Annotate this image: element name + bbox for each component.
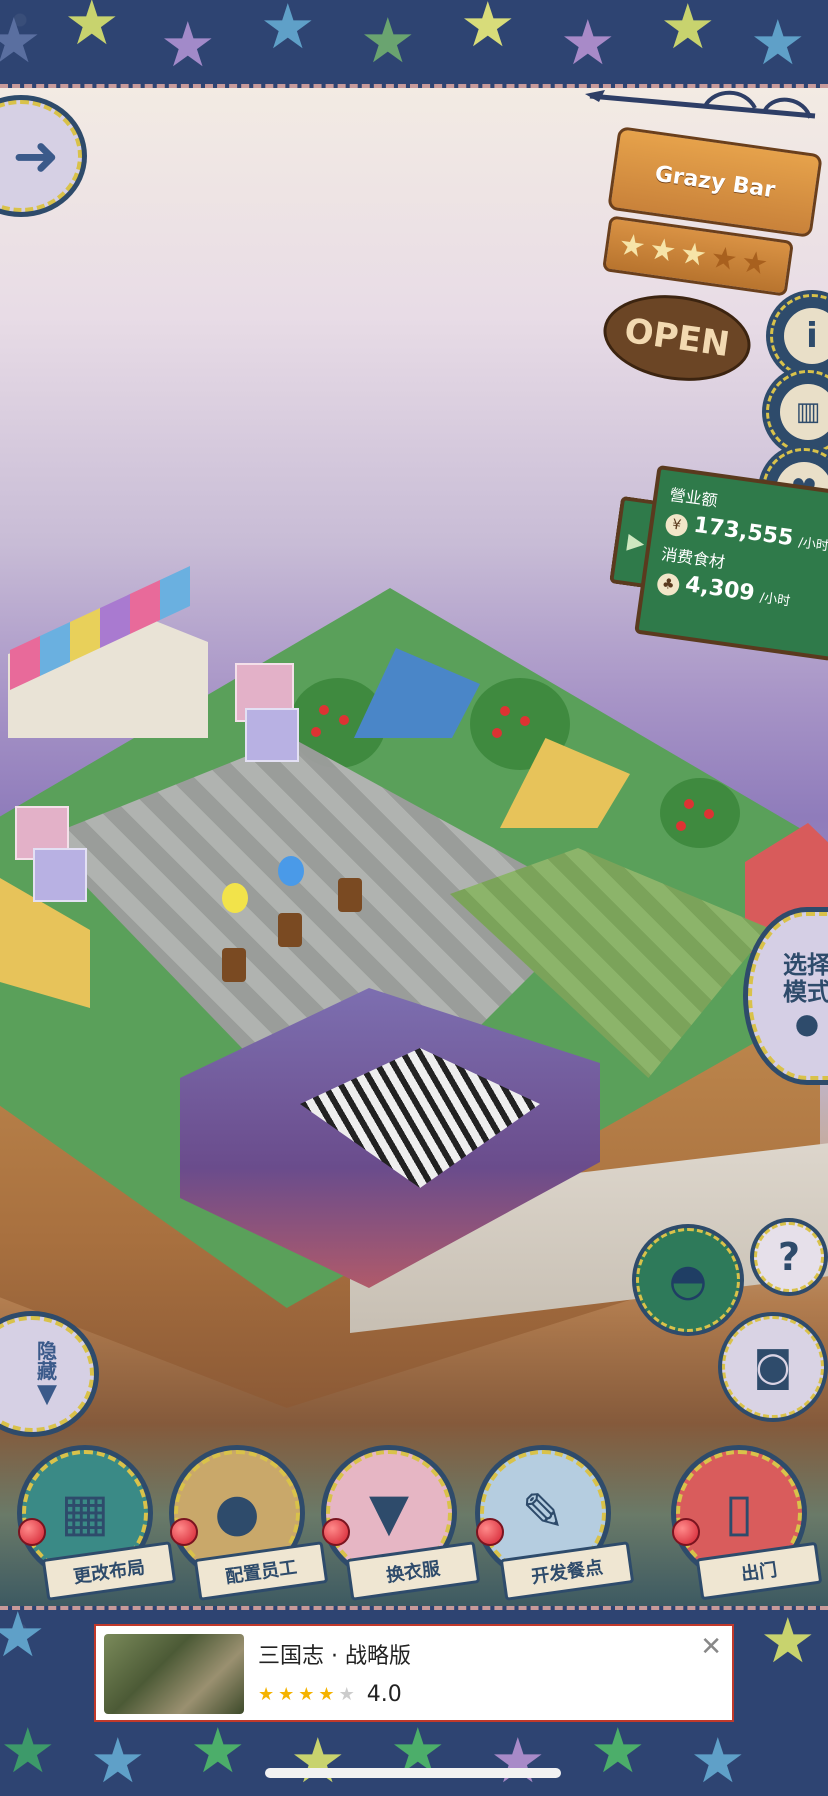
star-decoration: ★	[0, 1714, 56, 1787]
purple-cube	[245, 708, 299, 762]
pin-icon	[170, 1518, 198, 1546]
star-decoration: ★	[260, 0, 316, 63]
camera-button[interactable]: ◙	[722, 1316, 824, 1418]
close-icon[interactable]: ✕	[700, 1632, 722, 1662]
help-button[interactable]: ?	[754, 1222, 824, 1292]
food-unit: /小时	[758, 590, 792, 610]
chevron-right-icon: ▶	[625, 528, 647, 556]
coin-icon: ¥	[664, 512, 690, 538]
camera-icon: ◙	[753, 1344, 793, 1390]
hat-icon: ◓	[668, 1254, 708, 1306]
star-icon: ★	[278, 1684, 295, 1705]
info-icon: i	[784, 308, 828, 364]
yellow-balloon	[222, 883, 248, 913]
blue-balloon	[278, 856, 304, 886]
star-decoration: ★	[290, 1724, 346, 1796]
star-decoration: ★	[560, 6, 616, 79]
arrow-down-icon: ▼	[37, 1379, 57, 1409]
book-icon: ▥	[780, 384, 828, 440]
ad-score: 4.0	[366, 1682, 402, 1707]
hide-label-line2: 藏	[37, 1359, 57, 1383]
rating-star-empty: ★	[708, 239, 740, 279]
ad-title: 三国志 · 战略版	[258, 1644, 411, 1669]
menu-go-out[interactable]: ▯ 出门	[668, 1450, 823, 1601]
rating-star-filled: ★	[647, 231, 679, 270]
star-decoration: ★	[490, 1724, 546, 1796]
star-icon: ★	[258, 1684, 275, 1705]
menu-develop-dishes[interactable]: ✎ 开发餐点	[472, 1450, 635, 1601]
revenue-unit: /小时	[797, 535, 828, 555]
ad-rating: ★ ★ ★ ★ ★ 4.0	[258, 1682, 402, 1707]
stats-panel: 營业额 ¥ 173,555 /小时 消费食材 ♣ 4,309 /小时	[634, 464, 828, 662]
star-decoration: ★	[90, 1724, 146, 1796]
home-indicator[interactable]	[265, 1768, 561, 1778]
star-decoration: ★	[190, 1714, 246, 1787]
star-decoration: ★	[160, 8, 216, 81]
select-mode-line1: 选择	[783, 951, 828, 980]
barrel	[278, 913, 302, 947]
hide-label-line1: 隐	[37, 1339, 57, 1363]
ad-banner[interactable]: 三国志 · 战略版 ★ ★ ★ ★ ★ 4.0 ✕	[94, 1624, 734, 1722]
barrel	[222, 948, 246, 982]
ingredients-icon: ♣	[655, 572, 681, 597]
open-status: OPEN	[621, 310, 733, 366]
rating-star-filled: ★	[616, 227, 648, 266]
pin-icon	[476, 1518, 504, 1546]
arrow-right-icon: ➜	[12, 123, 60, 189]
star-decoration: ★	[64, 0, 120, 59]
bear-icon: ●	[794, 1006, 820, 1040]
star-decoration: ★	[690, 1724, 746, 1796]
menu-change-clothes[interactable]: ▼ 换衣服	[318, 1450, 481, 1601]
barrel	[338, 878, 362, 912]
star-icon: ★	[298, 1684, 315, 1705]
rating-star-empty: ★	[738, 244, 771, 283]
star-decoration: ★	[460, 0, 516, 61]
pin-icon	[672, 1518, 700, 1546]
star-decoration: ★	[0, 10, 42, 72]
hat-button[interactable]: ◓	[636, 1228, 740, 1332]
pin-icon	[18, 1518, 46, 1546]
star-decoration: ★	[660, 0, 716, 63]
question-icon: ?	[777, 1235, 801, 1279]
pin-icon	[322, 1518, 350, 1546]
star-decoration: ★	[360, 4, 416, 77]
rating-star-filled: ★	[677, 235, 710, 275]
star-empty-icon: ★	[338, 1684, 355, 1705]
select-mode-line2: 模式	[783, 977, 828, 1006]
ad-thumbnail	[104, 1634, 244, 1714]
bar-name: Grazy Bar	[653, 161, 777, 203]
star-decoration: ★	[0, 1610, 46, 1666]
tree	[660, 778, 740, 848]
star-decoration: ★	[590, 1714, 646, 1787]
star-decoration: ★	[750, 6, 806, 79]
purple-cube	[33, 848, 87, 902]
star-decoration: ★	[760, 1606, 816, 1677]
star-icon: ★	[318, 1684, 335, 1705]
menu-change-layout[interactable]: ▦ 更改布局	[14, 1450, 177, 1601]
top-star-border: ★ ★ ★ ★ ★ ★ ★ ★ ★	[0, 0, 828, 88]
menu-assign-staff[interactable]: ● 配置员工	[166, 1450, 329, 1601]
food-value: 4,309	[683, 572, 757, 607]
